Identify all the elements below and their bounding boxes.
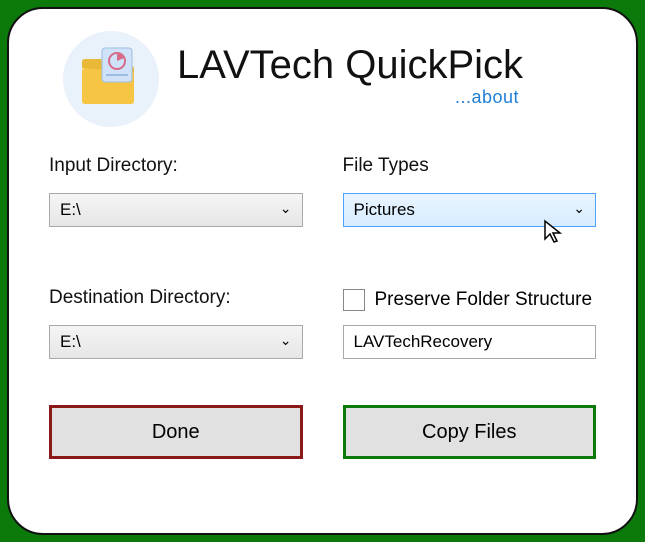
copy-files-button[interactable]: Copy Files [343,405,597,459]
header: LAVTech QuickPick ...about [63,31,602,127]
destination-directory-value: E:\ [60,332,81,352]
folder-document-icon [76,44,146,114]
app-title: LAVTech QuickPick [177,43,523,87]
app-icon [63,31,159,127]
chevron-down-icon: ⌄ [280,332,292,349]
done-button-label: Done [152,421,200,444]
file-types-value: Pictures [354,200,415,220]
preserve-structure-checkbox[interactable] [343,289,365,311]
app-window: LAVTech QuickPick ...about Input Directo… [7,7,638,535]
file-types-label: File Types [343,155,597,177]
recovery-folder-value: LAVTechRecovery [354,332,493,352]
chevron-down-icon: ⌄ [280,200,292,217]
about-link[interactable]: ...about [455,87,519,108]
input-directory-label: Input Directory: [49,155,303,177]
destination-directory-label: Destination Directory: [49,287,303,309]
form-grid: Input Directory: File Types E:\ ⌄ Pictur… [43,155,602,359]
title-block: LAVTech QuickPick ...about [177,31,523,108]
preserve-structure-row[interactable]: Preserve Folder Structure [343,287,597,313]
destination-directory-combo[interactable]: E:\ ⌄ [49,325,303,359]
input-directory-combo[interactable]: E:\ ⌄ [49,193,303,227]
chevron-down-icon: ⌄ [573,200,585,217]
preserve-structure-label: Preserve Folder Structure [375,289,593,311]
copy-files-button-label: Copy Files [422,421,516,444]
input-directory-value: E:\ [60,200,81,220]
file-types-combo[interactable]: Pictures ⌄ [343,193,597,227]
spacer [343,237,597,277]
done-button[interactable]: Done [49,405,303,459]
recovery-folder-input[interactable]: LAVTechRecovery [343,325,597,359]
spacer [49,237,303,277]
button-row: Done Copy Files [43,405,602,459]
